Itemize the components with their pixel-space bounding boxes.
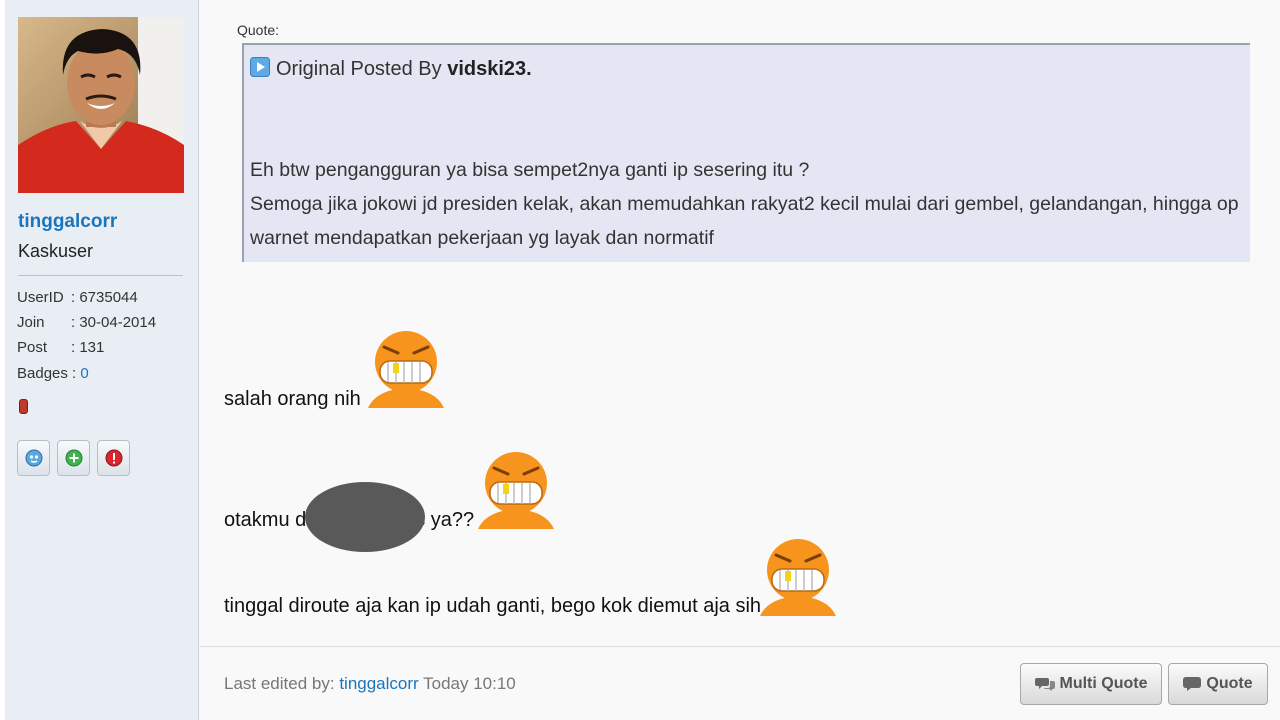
- info-badges-value[interactable]: 0: [80, 365, 88, 382]
- quote-label: Quote:: [237, 22, 280, 38]
- quote-line: Semoga jika jokowi jd presiden kelak, ak…: [250, 193, 1239, 215]
- quote-posted-by: Original Posted By: [276, 58, 442, 80]
- info-badges-label: Badges :: [17, 365, 77, 382]
- sidebar-divider: [18, 275, 183, 276]
- report-button[interactable]: [97, 440, 130, 476]
- quote-button-label: Quote: [1206, 675, 1253, 692]
- info-post-value: : 131: [71, 339, 105, 356]
- quote-line: warnet mendapatkan pekerjaan yg layak da…: [250, 227, 714, 249]
- profile-button[interactable]: [17, 440, 50, 476]
- info-join-value: : 30-04-2014: [71, 314, 157, 331]
- info-userid-label: UserID: [17, 289, 64, 306]
- profile-icon: [25, 449, 43, 467]
- username-link[interactable]: tinggalcorr: [18, 211, 117, 233]
- info-join-label: Join: [17, 314, 45, 331]
- info-post-label: Post: [17, 339, 48, 356]
- info-userid-value: : 6735044: [71, 289, 138, 306]
- last-edited-user-link[interactable]: tinggalcorr: [339, 674, 418, 693]
- last-edited: Last edited by: tinggalcorr Today 10:10: [224, 674, 516, 694]
- grin-smiley-icon: [478, 452, 554, 529]
- post-line-1: salah orang nih: [224, 388, 361, 410]
- quote-line: Eh btw pengangguran ya bisa sempet2nya g…: [250, 159, 810, 181]
- quote-button[interactable]: Quote: [1168, 663, 1268, 705]
- avatar[interactable]: [18, 17, 184, 193]
- info-join: Join : 30-04-2014: [17, 314, 156, 331]
- grin-smiley-icon: [368, 331, 444, 408]
- add-friend-icon: [65, 449, 83, 467]
- multi-quote-label: Multi Quote: [1059, 675, 1148, 692]
- add-friend-button[interactable]: [57, 440, 90, 476]
- info-badges: Badges : 0: [17, 365, 89, 382]
- quote-box: Original Posted By vidski23. Eh btw peng…: [242, 43, 1250, 262]
- grin-smiley-icon: [760, 539, 836, 616]
- report-icon: [105, 449, 123, 467]
- quote-header: Original Posted By vidski23.: [250, 57, 532, 81]
- speech-bubble-icon: [1183, 677, 1202, 691]
- info-post: Post : 131: [17, 339, 104, 356]
- user-title: Kaskuser: [18, 241, 94, 261]
- play-arrow-icon[interactable]: [250, 57, 270, 77]
- info-userid: UserID : 6735044: [17, 289, 138, 306]
- multi-quote-button[interactable]: Multi Quote: [1020, 663, 1162, 705]
- post-line-3: tinggal diroute aja kan ip udah ganti, b…: [224, 595, 762, 617]
- censor-blot: [305, 482, 425, 552]
- quote-text: Eh btw pengangguran ya bisa sempet2nya g…: [250, 153, 1250, 255]
- last-edited-label: Last edited by:: [224, 674, 335, 693]
- quote-author: vidski23.: [447, 58, 532, 80]
- post-footer-divider: [200, 646, 1280, 647]
- speech-bubbles-icon: [1034, 678, 1055, 691]
- user-sidebar: tinggalcorr Kaskuser UserID : 6735044 Joi…: [0, 0, 199, 720]
- offline-status-icon: [19, 399, 28, 414]
- last-edited-time: Today 10:10: [423, 674, 516, 693]
